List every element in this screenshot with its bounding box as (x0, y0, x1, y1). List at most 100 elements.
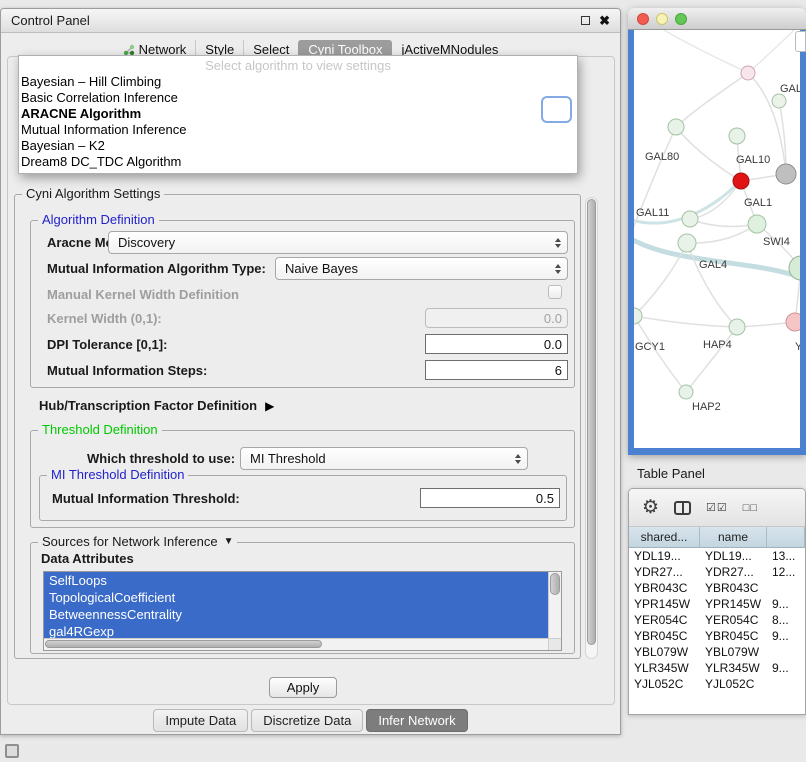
network-window: GALGAL80GAL10GAL11GAL1SWI4GAL4GCY1HAP4HA… (628, 8, 806, 455)
table-cell: YER054C (700, 612, 767, 628)
dpi-tolerance-field[interactable]: 0.0 (425, 334, 568, 354)
network-node[interactable] (786, 313, 800, 331)
column-header-0[interactable]: shared... (629, 527, 700, 547)
table-cell: YBL079W (629, 644, 700, 660)
table-cell: 9... (767, 660, 805, 676)
table-row[interactable]: YBR043CYBR043C (629, 580, 805, 596)
table-cell: YER054C (629, 612, 700, 628)
control-panel-titlebar[interactable]: Control Panel ✖ (1, 9, 620, 33)
dropdown-item-aracne-algorithm[interactable]: ARACNE Algorithm (19, 106, 577, 122)
column-header-1[interactable]: name (700, 527, 767, 547)
node-label: GCY1 (635, 341, 665, 353)
network-window-titlebar[interactable] (628, 8, 806, 30)
apply-button[interactable]: Apply (269, 677, 337, 698)
list-vertical-scrollbar[interactable] (548, 572, 561, 638)
float-window-icon[interactable] (581, 16, 590, 25)
list-item-topologicalcoefficient[interactable]: TopologicalCoefficient (44, 589, 548, 606)
network-node[interactable] (668, 119, 684, 135)
list-item-betweennesscentrality[interactable]: BetweennessCentrality (44, 606, 548, 623)
table-cell: YLR345W (700, 660, 767, 676)
network-edge (686, 327, 737, 392)
tab-discretize-data[interactable]: Discretize Data (251, 709, 363, 732)
dropdown-item-mutual-information-inference[interactable]: Mutual Information Inference (19, 122, 577, 138)
table-row[interactable]: YJL052CYJL052C (629, 676, 805, 692)
table-cell: YJL052C (629, 676, 700, 692)
scrollbar-thumb[interactable] (587, 199, 596, 645)
gear-icon[interactable]: ⚙ (642, 498, 659, 517)
mi-algorithm-type-select[interactable]: Naive Bayes (275, 257, 568, 280)
mi-threshold-definition-group: MI Threshold Definition Mutual Informati… (39, 475, 567, 521)
network-node[interactable] (776, 164, 796, 184)
scrollbar-thumb[interactable] (45, 640, 322, 648)
node-label: GAL (780, 83, 800, 95)
dropdown-item-dream8-dc-tdc-algorithm[interactable]: Dream8 DC_TDC Algorithm (19, 154, 577, 170)
unchecked-boxes-icon[interactable]: □□ (743, 502, 758, 514)
network-node[interactable] (772, 94, 786, 108)
network-node[interactable] (741, 66, 755, 80)
list-horizontal-scrollbar[interactable] (44, 638, 548, 650)
mi-threshold-definition-title: MI Threshold Definition (47, 467, 188, 482)
minimize-traffic-light-icon[interactable] (656, 13, 668, 25)
close-icon[interactable]: ✖ (599, 14, 610, 27)
network-node[interactable] (729, 319, 745, 335)
mi-threshold-label: Mutual Information Threshold: (52, 491, 240, 506)
data-attributes-label: Data Attributes (41, 551, 134, 566)
hub-definition-toggle[interactable]: Hub/Transcription Factor Definition ▶ (39, 398, 274, 413)
desktop: Control Panel ✖ NetworkStyleSelectCyni T… (0, 0, 806, 762)
table-row[interactable]: YBL079WYBL079W (629, 644, 805, 660)
help-button[interactable] (541, 96, 572, 123)
mi-steps-field[interactable]: 6 (425, 360, 568, 380)
network-node[interactable] (634, 308, 642, 324)
settings-scrollbar[interactable] (585, 197, 598, 659)
network-node[interactable] (733, 173, 749, 189)
threshold-definition-group: Threshold Definition Which threshold to … (30, 430, 575, 528)
list-item-gal4rgexp[interactable]: gal4RGexp (44, 623, 548, 638)
minimized-panel-icon[interactable] (5, 744, 19, 758)
node-label: GAL1 (744, 197, 772, 209)
table-row[interactable]: YER054CYER054C8... (629, 612, 805, 628)
checked-boxes-icon[interactable]: ☑☑ (706, 501, 728, 514)
table-cell: 12... (767, 564, 805, 580)
mi-algorithm-type-label: Mutual Information Algorithm Type: (47, 261, 266, 276)
tab-impute-data[interactable]: Impute Data (153, 709, 248, 732)
network-node[interactable] (678, 234, 696, 252)
dropdown-item-basic-correlation-inference[interactable]: Basic Correlation Inference (19, 90, 577, 106)
sources-title-text: Sources for Network Inference (42, 534, 218, 549)
columns-icon[interactable] (674, 501, 691, 515)
collapse-arrow-icon[interactable]: ▼ (224, 536, 234, 547)
data-attributes-listbox[interactable]: SelfLoopsTopologicalCoefficientBetweenne… (43, 571, 562, 651)
scrollbar-thumb[interactable] (550, 573, 560, 595)
mi-threshold-field[interactable]: 0.5 (420, 488, 560, 508)
node-label: SWI4 (763, 236, 790, 248)
zoom-traffic-light-icon[interactable] (675, 13, 687, 25)
threshold-definition-title: Threshold Definition (38, 422, 162, 437)
mi-algorithm-type-value: Naive Bayes (285, 261, 358, 276)
network-node[interactable] (729, 128, 745, 144)
table-row[interactable]: YPR145WYPR145W9... (629, 596, 805, 612)
dropdown-placeholder: Select algorithm to view settings (19, 56, 577, 74)
table-row[interactable]: YDR27...YDR27...12... (629, 564, 805, 580)
tab-infer-network[interactable]: Infer Network (366, 709, 467, 732)
network-node[interactable] (748, 215, 766, 233)
table-row[interactable]: YBR045CYBR045C9... (629, 628, 805, 644)
network-edge (634, 316, 686, 392)
network-node[interactable] (679, 385, 693, 399)
manual-kernel-width-checkbox[interactable] (548, 285, 562, 299)
list-item-selfloops[interactable]: SelfLoops (44, 572, 548, 589)
expand-arrow-icon: ▶ (265, 399, 274, 413)
table-row[interactable]: YLR345WYLR345W9... (629, 660, 805, 676)
which-threshold-select[interactable]: MI Threshold (240, 447, 528, 470)
network-node[interactable] (682, 211, 698, 227)
kernel-width-field[interactable]: 0.0 (425, 308, 568, 328)
close-traffic-light-icon[interactable] (637, 13, 649, 25)
column-header-2[interactable] (767, 527, 805, 547)
cyni-algorithm-settings-group: Cyni Algorithm Settings Algorithm Defini… (14, 194, 581, 659)
table-header: shared...name (629, 527, 805, 548)
dropdown-item-bayesian-k2[interactable]: Bayesian – K2 (19, 138, 577, 154)
table-body: YDL19...YDL19...13...YDR27...YDR27...12.… (629, 548, 805, 692)
dropdown-item-bayesian-hill-climbing[interactable]: Bayesian – Hill Climbing (19, 74, 577, 90)
manual-kernel-width-label: Manual Kernel Width Definition (47, 287, 239, 302)
table-row[interactable]: YDL19...YDL19...13... (629, 548, 805, 564)
network-canvas[interactable]: GALGAL80GAL10GAL11GAL1SWI4GAL4GCY1HAP4HA… (634, 30, 800, 448)
aracne-mode-select[interactable]: Discovery (108, 231, 568, 254)
